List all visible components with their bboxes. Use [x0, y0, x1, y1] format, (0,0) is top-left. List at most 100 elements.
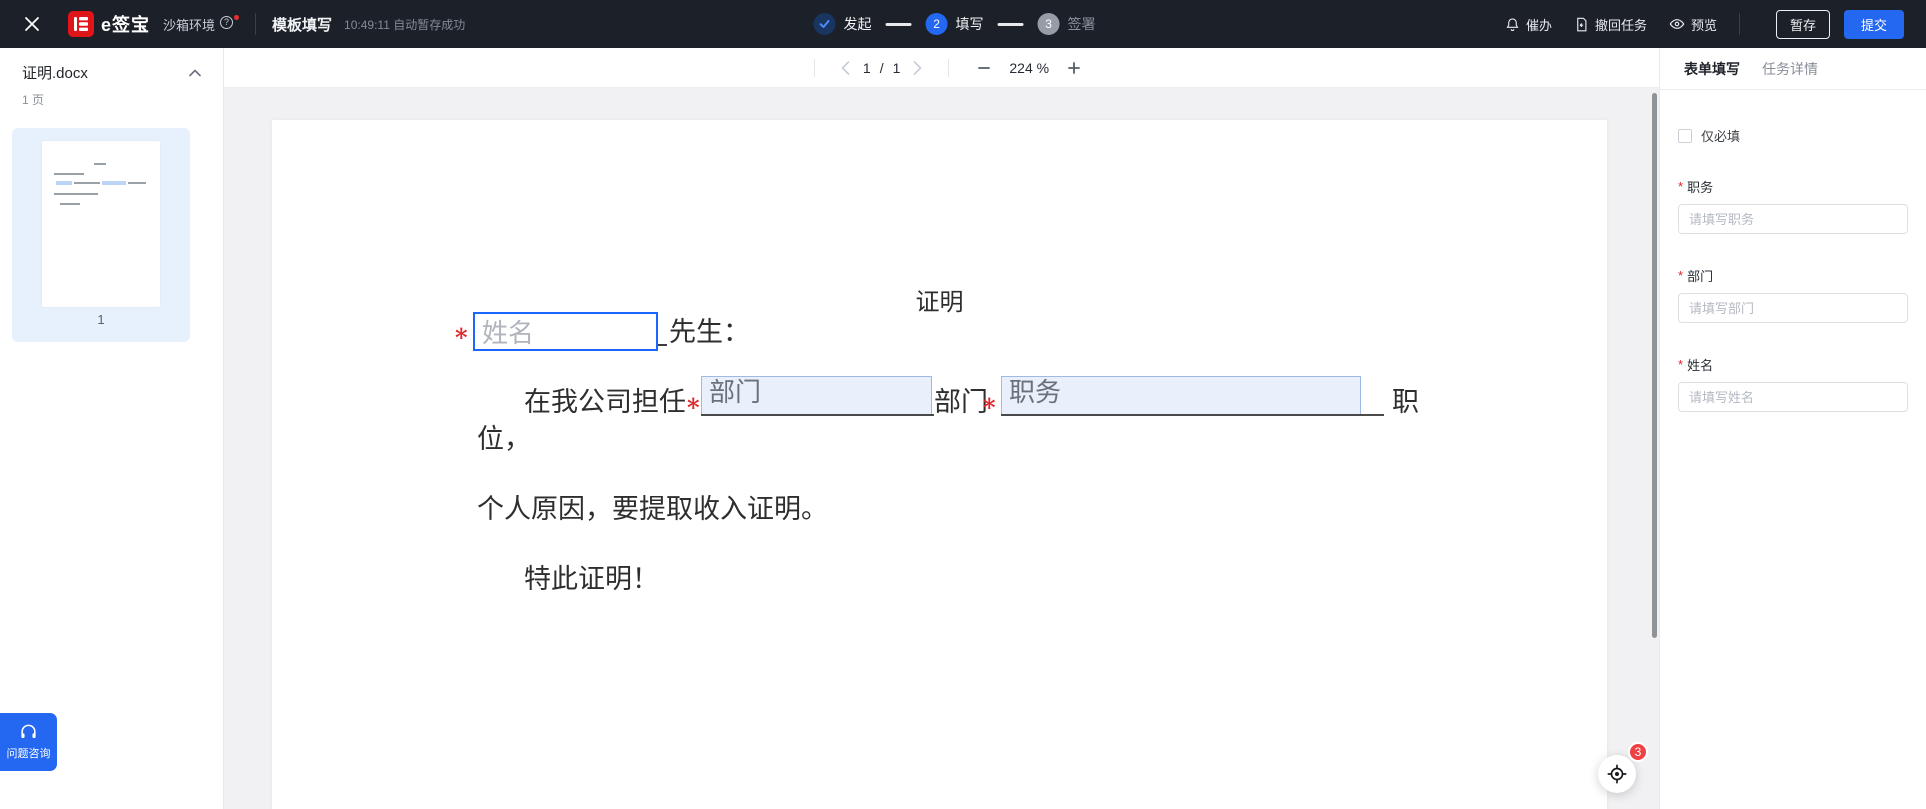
document-canvas: 证明 * 姓名 先生： 在我公司担任 * 部门 部门 * 职务 职 位， 个人原…: [224, 88, 1659, 809]
headset-icon: [21, 724, 36, 739]
chevron-left-icon: [841, 60, 850, 75]
bell-icon: [1506, 17, 1519, 31]
help-icon[interactable]: ?: [220, 15, 234, 29]
submit-button[interactable]: 提交: [1844, 9, 1904, 39]
document-page: 证明 * 姓名 先生： 在我公司担任 * 部门 部门 * 职务 职 位， 个人原…: [272, 120, 1607, 809]
current-page: 1: [862, 59, 871, 76]
name-input[interactable]: [1678, 382, 1908, 412]
topbar-divider: [255, 13, 257, 35]
chevron-right-icon: [914, 60, 922, 75]
total-pages: 1: [892, 59, 901, 76]
doc-text-line2-prefix: 在我公司担任: [524, 387, 686, 418]
step-number: 2: [925, 13, 948, 35]
required-mark: *: [983, 393, 996, 422]
viewer-toolbar: 1 / 1 224 %: [224, 48, 1659, 88]
close-icon[interactable]: [22, 14, 42, 34]
panel-body: 仅必填 * 职务 * 部门: [1660, 90, 1926, 412]
notification-dot: [234, 14, 240, 20]
doc-text-line5: 特此证明！: [524, 564, 659, 595]
step-label: 发起: [843, 16, 872, 32]
panel-tabs: 表单填写 任务详情: [1660, 48, 1926, 90]
required-mark: *: [1678, 268, 1684, 283]
field-label: 部门: [1687, 269, 1714, 284]
department-input[interactable]: [1678, 293, 1908, 323]
step-initiate: 发起: [813, 13, 872, 35]
document-name: 证明.docx: [22, 65, 88, 82]
doc-text-mister: 先生：: [669, 317, 750, 348]
zoom-in-button[interactable]: [1067, 61, 1081, 75]
main-body: 证明.docx 1 页 1 1 / 1 224 % 证明 * 姓名 先生： 在我…: [0, 48, 1926, 809]
step-sign: 3 签署: [1037, 13, 1096, 35]
position-input[interactable]: [1678, 204, 1908, 234]
toolbar-divider: [948, 58, 950, 77]
toolbar-divider: [813, 58, 815, 77]
tab-form-fill[interactable]: 表单填写: [1684, 59, 1740, 79]
zoom-out-button[interactable]: [977, 61, 991, 75]
next-page-button[interactable]: [913, 60, 922, 75]
logo-text: e签宝: [101, 15, 151, 35]
step-done-check-icon: [813, 13, 836, 35]
required-mark: *: [1678, 357, 1684, 372]
page-thumbnail[interactable]: 1: [12, 128, 190, 342]
doc-text-line2-suffix: 职: [1392, 387, 1419, 418]
question-consult-button[interactable]: 问题咨询: [0, 713, 57, 771]
field-label-row: * 职务: [1678, 177, 1908, 196]
locate-fields-button[interactable]: [1598, 755, 1636, 793]
preview-button[interactable]: 预览: [1669, 15, 1717, 34]
zoom-level: 224 %: [1009, 59, 1050, 76]
underline-segment: [701, 376, 934, 416]
document-list-sidebar: 证明.docx 1 页 1: [0, 48, 224, 809]
thumbnail-page-number: 1: [97, 312, 105, 327]
field-group-department: * 部门: [1678, 266, 1908, 323]
page-title: 模板填写: [272, 16, 333, 34]
field-label-row: * 部门: [1678, 266, 1908, 285]
step-connector: [997, 22, 1024, 26]
step-number: 3: [1037, 13, 1060, 35]
autosave-status: 10:49:11 自动暂存成功: [344, 17, 466, 32]
doc-text-dept-suffix: 部门: [934, 387, 988, 418]
field-label: 姓名: [1687, 358, 1714, 373]
chevron-up-icon[interactable]: [189, 69, 201, 77]
required-mark: *: [1678, 179, 1684, 194]
workflow-steps: 发起 2 填写 3 签署: [813, 0, 1096, 48]
withdraw-doc-icon: [1577, 17, 1587, 31]
page-separator: /: [879, 59, 884, 76]
doc-text-line4: 个人原因，要提取收入证明。: [477, 494, 828, 525]
save-draft-button[interactable]: 暂存: [1776, 9, 1830, 39]
name-field-widget[interactable]: 姓名: [473, 312, 658, 351]
field-label-row: * 姓名: [1678, 355, 1908, 374]
plus-icon: [1068, 61, 1080, 74]
required-only-checkbox[interactable]: [1678, 128, 1692, 143]
topbar-actions: 催办 撤回任务 预览 暂存 提交: [1483, 9, 1926, 39]
topbar-divider: [1739, 13, 1740, 35]
remaining-fields-badge: 3: [1628, 742, 1648, 762]
field-group-name: * 姓名: [1678, 355, 1908, 412]
topbar: e签宝 沙箱环境 ? 模板填写 10:49:11 自动暂存成功 发起 2 填写: [0, 0, 1926, 48]
required-mark: *: [455, 323, 468, 352]
tab-task-details[interactable]: 任务详情: [1762, 59, 1818, 79]
step-connector: [885, 22, 912, 26]
topbar-left: e签宝 沙箱环境 ? 模板填写 10:49:11 自动暂存成功: [0, 11, 465, 37]
vertical-scrollbar[interactable]: [1652, 93, 1657, 638]
required-only-row: 仅必填: [1678, 126, 1908, 145]
environment-label: 沙箱环境: [163, 17, 216, 33]
required-only-label: 仅必填: [1701, 129, 1741, 144]
urge-button[interactable]: 催办: [1505, 15, 1552, 34]
esign-logo-icon: [68, 11, 94, 37]
eye-icon: [1669, 19, 1685, 29]
prev-page-button[interactable]: [841, 60, 850, 75]
consult-label: 问题咨询: [6, 748, 51, 760]
step-label: 填写: [955, 16, 984, 32]
locate-target-icon: [1607, 764, 1627, 784]
withdraw-label: 撤回任务: [1594, 17, 1647, 33]
withdraw-task-button[interactable]: 撤回任务: [1574, 15, 1647, 34]
name-field-placeholder: 姓名: [482, 319, 535, 349]
field-label: 职务: [1687, 180, 1714, 195]
preview-label: 预览: [1690, 17, 1717, 33]
document-row: 证明.docx: [0, 48, 223, 83]
urge-label: 催办: [1525, 17, 1552, 33]
esign-app: e签宝 沙箱环境 ? 模板填写 10:49:11 自动暂存成功 发起 2 填写: [0, 0, 1926, 809]
underline-segment: [1001, 376, 1384, 416]
doc-text-line3: 位，: [477, 424, 531, 455]
field-group-position: * 职务: [1678, 177, 1908, 234]
